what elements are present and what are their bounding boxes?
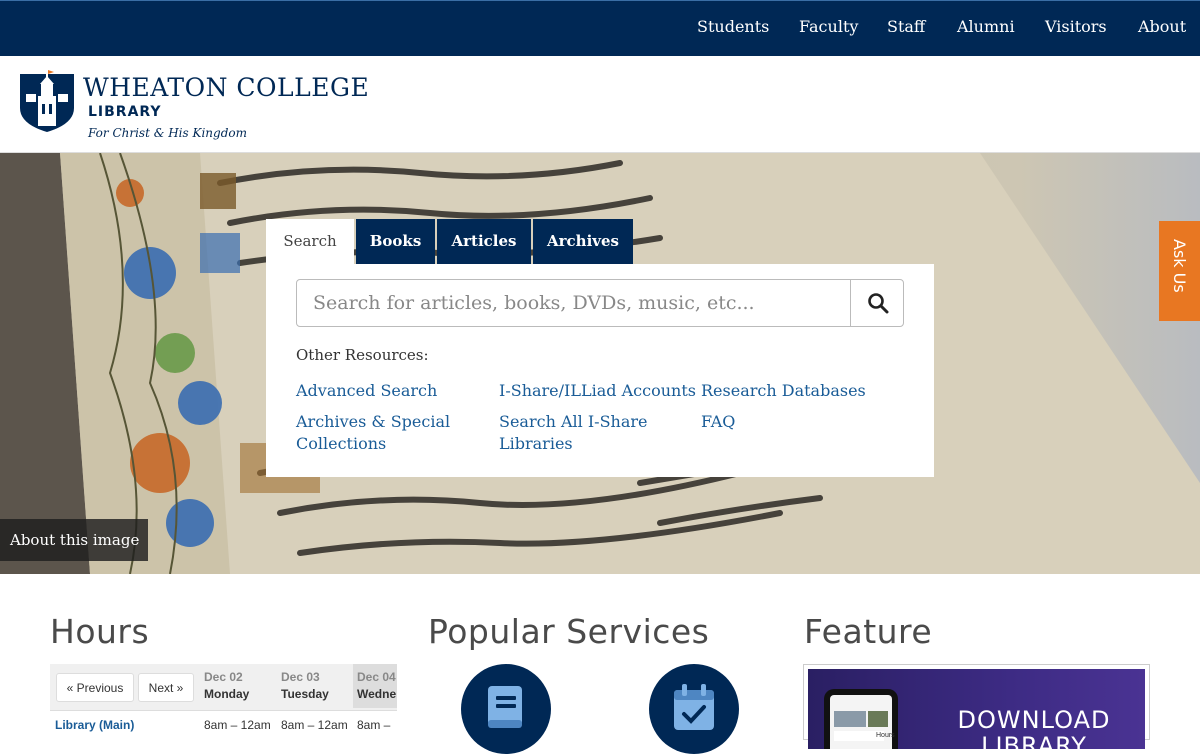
hours-location-link[interactable]: Library (Main) <box>55 718 134 732</box>
service-calendar-button[interactable] <box>649 664 739 754</box>
hours-day-weekday: Tuesday <box>281 687 329 701</box>
hours-row-main: Library (Main) 8am – 12am 8am – 12am 8am… <box>50 710 397 740</box>
nav-staff[interactable]: Staff <box>887 17 925 36</box>
hours-cell: 8am – 12am <box>204 718 271 732</box>
ishare-illiad-accounts-link[interactable]: I-Share/ILLiad Accounts <box>499 380 699 402</box>
nav-about[interactable]: About <box>1138 17 1186 36</box>
hero-banner: About this image Ask Us Search Books Art… <box>0 153 1200 574</box>
other-resources-label: Other Resources: <box>296 346 429 364</box>
hours-cell: 8am – 12am <box>281 718 348 732</box>
hours-day-date: Dec 03 <box>281 670 320 684</box>
hours-table: « Previous Next » Dec 02 Monday Dec 03 T… <box>50 664 397 740</box>
nav-visitors[interactable]: Visitors <box>1045 17 1107 36</box>
ask-us-label: Ask Us <box>1170 239 1189 293</box>
nav-alumni[interactable]: Alumni <box>957 17 1015 36</box>
feature-line-1: DOWNLOAD <box>957 706 1111 734</box>
feature-card[interactable]: Hours DOWNLOAD LIBRARY MOBILE <box>803 664 1150 749</box>
logo-subtitle: LIBRARY <box>88 104 162 120</box>
hours-day-weekday: Monday <box>204 687 250 701</box>
hours-previous-button[interactable]: « Previous <box>56 673 134 702</box>
feature-title: Feature <box>804 612 933 651</box>
search-icon <box>868 293 889 314</box>
archives-special-collections-link[interactable]: Archives & Special Collections <box>296 411 466 455</box>
about-this-image-button[interactable]: About this image <box>0 519 148 561</box>
hours-day-2: Dec 03 Tuesday <box>277 664 352 708</box>
popular-services-title: Popular Services <box>428 612 710 651</box>
hours-day-3-current: Dec 04 Wedne <box>353 664 397 708</box>
research-databases-link[interactable]: Research Databases <box>701 380 901 402</box>
search-input[interactable] <box>296 279 851 327</box>
hours-day-1: Dec 02 Monday <box>200 664 275 708</box>
college-shield-icon[interactable] <box>20 70 74 132</box>
book-icon <box>488 686 522 728</box>
nav-students[interactable]: Students <box>697 17 769 36</box>
service-books-button[interactable] <box>461 664 551 754</box>
search-panel: Other Resources: Advanced Search I-Share… <box>266 264 934 477</box>
top-nav: Students Faculty Staff Alumni Visitors A… <box>0 0 1200 56</box>
nav-faculty[interactable]: Faculty <box>799 17 858 36</box>
hours-day-date: Dec 04 <box>357 670 396 684</box>
hours-day-date: Dec 02 <box>204 670 243 684</box>
faq-link[interactable]: FAQ <box>701 411 881 433</box>
tab-books[interactable]: Books <box>356 219 435 264</box>
tab-search[interactable]: Search <box>266 219 354 264</box>
tab-articles[interactable]: Articles <box>437 219 531 264</box>
search-button[interactable] <box>850 279 904 327</box>
hours-title: Hours <box>50 612 150 651</box>
calendar-check-icon <box>674 684 714 730</box>
search-all-ishare-link[interactable]: Search All I-Share Libraries <box>499 411 669 455</box>
feature-banner-text: DOWNLOAD LIBRARY MOBILE <box>934 707 1134 749</box>
hours-day-weekday: Wedne <box>357 687 397 701</box>
hours-next-button[interactable]: Next » <box>138 673 194 702</box>
hours-cell: 8am – <box>357 718 391 732</box>
tab-archives[interactable]: Archives <box>533 219 633 264</box>
logo-motto: For Christ & His Kingdom <box>88 126 247 140</box>
advanced-search-link[interactable]: Advanced Search <box>296 380 476 402</box>
site-header: WHEATON COLLEGE LIBRARY For Christ & His… <box>0 56 1200 153</box>
feature-banner[interactable]: Hours DOWNLOAD LIBRARY MOBILE <box>808 669 1145 749</box>
ask-us-button[interactable]: Ask Us <box>1159 221 1200 321</box>
logo-title[interactable]: WHEATON COLLEGE <box>83 73 369 102</box>
feature-line-2: LIBRARY MOBILE <box>981 732 1087 749</box>
phone-hours-label: Hours <box>876 732 895 739</box>
